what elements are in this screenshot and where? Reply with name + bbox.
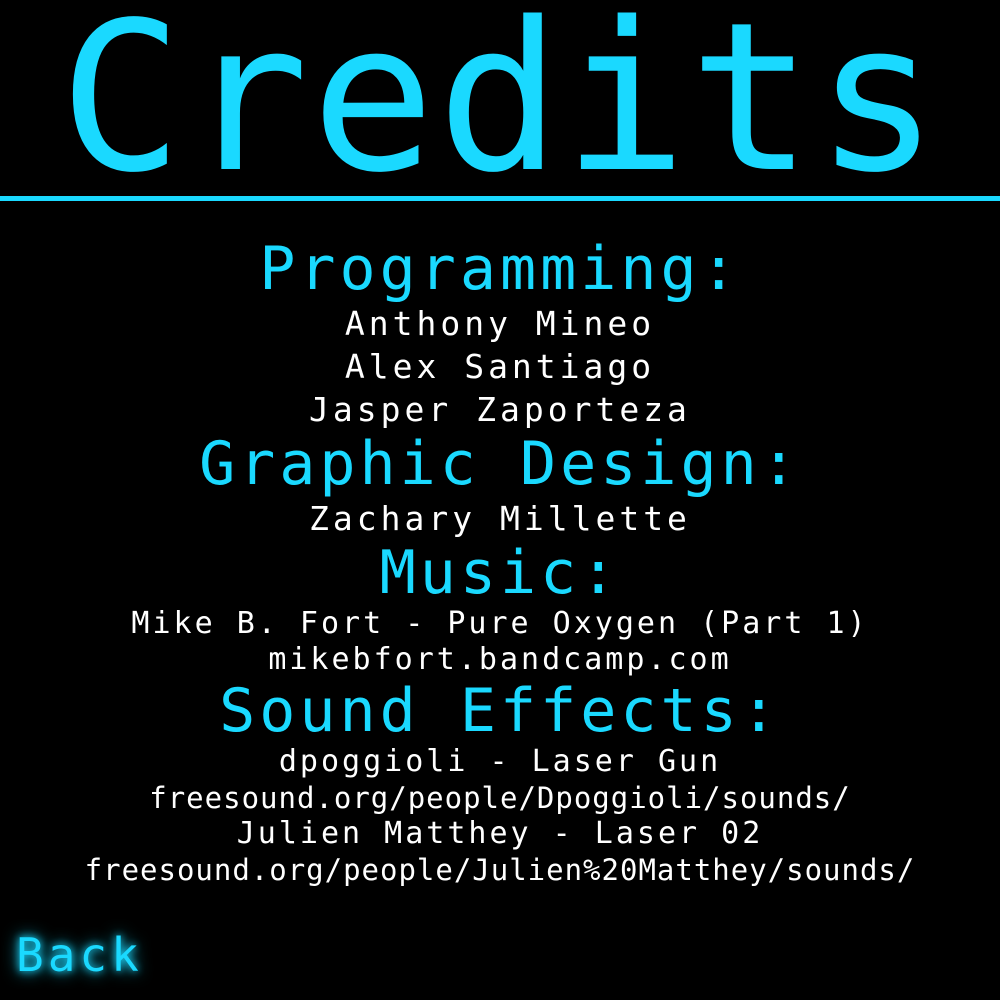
- sound-effects-credit-url: freesound.org/people/Dpoggioli/sounds/: [149, 781, 851, 815]
- programming-credit: Anthony Mineo: [344, 304, 656, 343]
- sound-effects-credit: Julien Matthey - Laser 02: [236, 816, 764, 851]
- graphic-design-credit: Zachary Millette: [309, 499, 691, 538]
- programming-heading: Programming:: [259, 234, 741, 304]
- music-heading: Music:: [379, 538, 621, 608]
- sound-effects-heading: Sound Effects:: [219, 676, 781, 746]
- music-credit: Mike B. Fort - Pure Oxygen (Part 1): [131, 606, 869, 641]
- credits-content: Programming: Anthony Mineo Alex Santiago…: [0, 236, 1000, 888]
- graphic-design-heading: Graphic Design:: [199, 429, 801, 499]
- programming-section: Programming: Anthony Mineo Alex Santiago…: [0, 236, 1000, 431]
- back-button[interactable]: Back: [16, 928, 143, 982]
- credits-screen: Credits Programming: Anthony Mineo Alex …: [0, 0, 1000, 1000]
- title-divider: [0, 196, 1000, 201]
- credits-title: Credits: [58, 0, 942, 218]
- graphic-design-section: Graphic Design: Zachary Millette: [0, 431, 1000, 540]
- sound-effects-credit: dpoggioli - Laser Gun: [278, 744, 722, 779]
- programming-credit: Jasper Zaporteza: [309, 390, 691, 429]
- music-section: Music: Mike B. Fort - Pure Oxygen (Part …: [0, 540, 1000, 678]
- music-credit-url: mikebfort.bandcamp.com: [268, 642, 732, 677]
- sound-effects-credit-url: freesound.org/people/Julien%20Matthey/so…: [84, 853, 916, 887]
- sound-effects-section: Sound Effects: dpoggioli - Laser Gun fre…: [0, 678, 1000, 888]
- programming-credit: Alex Santiago: [344, 347, 656, 386]
